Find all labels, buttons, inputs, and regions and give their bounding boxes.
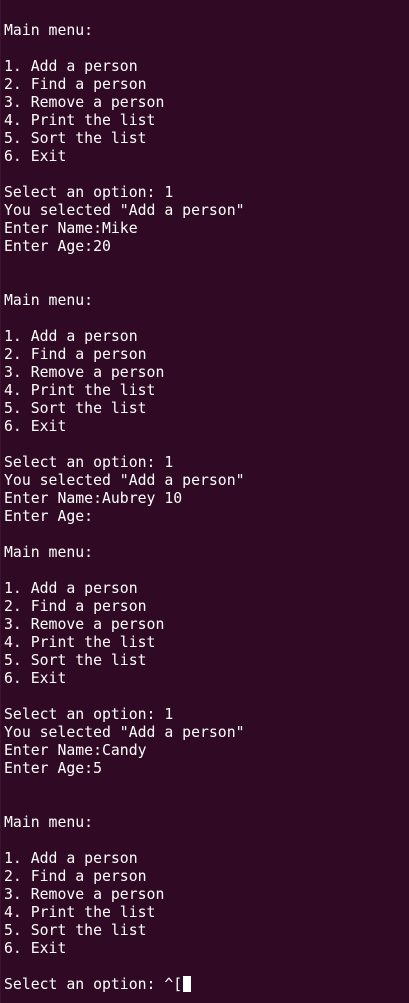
terminal-line: 2. Find a person [4,598,147,615]
terminal-line: Enter Age:5 [4,760,102,777]
terminal-line: 5. Sort the list [4,130,147,147]
terminal-line: 3. Remove a person [4,94,165,111]
terminal-line: 1. Add a person [4,58,138,75]
terminal-line: Enter Age: [4,508,94,525]
terminal-line: Select an option: 1 [4,184,174,201]
terminal-line: 4. Print the list [4,904,156,921]
terminal-line: 6. Exit [4,418,67,435]
terminal-line: 4. Print the list [4,634,156,651]
terminal-line: 5. Sort the list [4,400,147,417]
terminal-line: Select an option: 1 [4,454,174,471]
terminal-line: 3. Remove a person [4,364,165,381]
terminal-line: You selected "Add a person" [4,472,245,489]
terminal-line: 6. Exit [4,940,67,957]
terminal-line: 2. Find a person [4,346,147,363]
terminal-line: 4. Print the list [4,112,156,129]
terminal-line: Enter Name:Aubrey 10 [4,490,183,507]
terminal-line: 1. Add a person [4,328,138,345]
terminal-line: You selected "Add a person" [4,202,245,219]
terminal-line: Main menu: [4,292,94,309]
terminal-line: Main menu: [4,814,94,831]
terminal-line: Select an option: 1 [4,706,174,723]
terminal-line: 2. Find a person [4,868,147,885]
terminal-line: 3. Remove a person [4,616,165,633]
terminal-output: Main menu: 1. Add a person 2. Find a perso… [4,22,409,994]
terminal-line: 5. Sort the list [4,922,147,939]
terminal-line: 4. Print the list [4,382,156,399]
terminal-line: Enter Name:Candy [4,742,147,759]
terminal-line: You selected "Add a person" [4,724,245,741]
terminal-line: Enter Name:Mike [4,220,138,237]
terminal-line: 1. Add a person [4,580,138,597]
terminal-line: 5. Sort the list [4,652,147,669]
text-cursor [183,976,192,992]
terminal-line: Enter Age:20 [4,238,111,255]
terminal-line: 2. Find a person [4,76,147,93]
terminal-line: 3. Remove a person [4,886,165,903]
terminal-line: Main menu: [4,544,94,561]
terminal-prompt-line[interactable]: Select an option: ^[ [4,976,409,994]
terminal-prompt-text: Select an option: ^[ [4,976,183,993]
terminal-line: Main menu: [4,22,94,39]
terminal-line: 1. Add a person [4,850,138,867]
terminal-window[interactable]: Main menu: 1. Add a person 2. Find a perso… [0,0,409,1003]
terminal-line: 6. Exit [4,148,67,165]
terminal-line: 6. Exit [4,670,67,687]
